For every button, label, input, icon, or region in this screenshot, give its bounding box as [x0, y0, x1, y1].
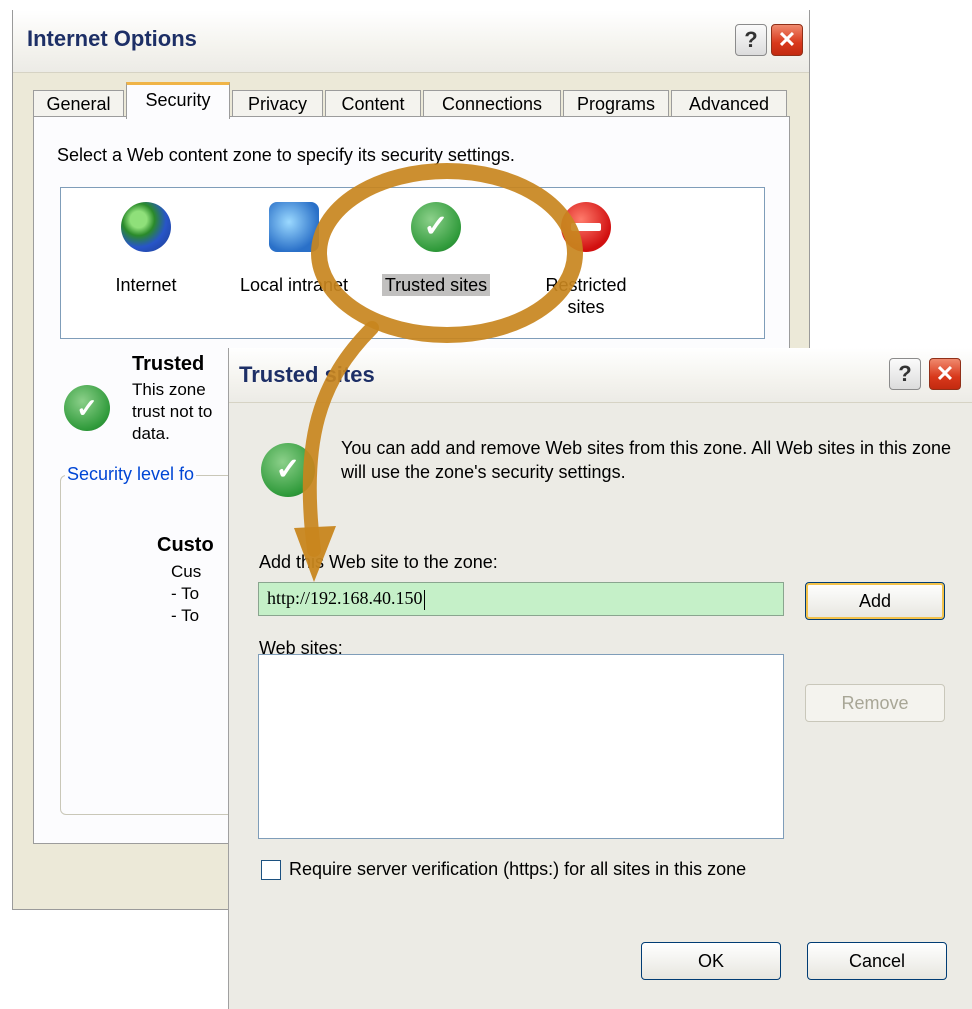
restricted-icon: [561, 202, 611, 252]
zone-internet[interactable]: Internet: [81, 202, 211, 296]
require-https-checkbox[interactable]: [261, 860, 281, 880]
globe-icon: [121, 202, 171, 252]
tab-privacy[interactable]: Privacy: [232, 90, 323, 118]
custom-level-line: Cus: [171, 562, 202, 581]
zone-instruction: Select a Web content zone to specify its…: [57, 145, 515, 165]
custom-level-line: - To: [171, 584, 200, 603]
close-button[interactable]: ✕: [929, 358, 961, 390]
help-button[interactable]: ?: [889, 358, 921, 390]
trusted-sites-dialog: Trusted sites ? ✕ ✓ You can add and remo…: [228, 348, 972, 1009]
zone-label: Internet: [115, 275, 177, 295]
custom-level-title: Custo: [157, 534, 214, 556]
tab-general[interactable]: General: [33, 90, 124, 118]
tab-programs[interactable]: Programs: [563, 90, 669, 118]
zone-description-text: This zone trust not to data.: [132, 380, 213, 443]
remove-button[interactable]: Remove: [805, 684, 945, 722]
add-site-label: Add this Web site to the zone:: [259, 552, 498, 572]
zone-label: Trusted sites: [381, 274, 491, 296]
trusted-sites-titlebar[interactable]: Trusted sites ? ✕: [229, 348, 972, 403]
trusted-check-icon: ✓: [411, 202, 461, 252]
trusted-sites-title: Trusted sites: [239, 362, 375, 387]
trusted-sites-info: You can add and remove Web sites from th…: [341, 438, 951, 482]
ok-button[interactable]: OK: [641, 942, 781, 980]
close-button[interactable]: ✕: [771, 24, 803, 56]
zone-label: Restricted sites: [545, 275, 627, 317]
tab-connections[interactable]: Connections: [423, 90, 561, 118]
website-url-input[interactable]: http://192.168.40.150: [258, 582, 784, 616]
security-level-label: Security level fo: [65, 464, 197, 485]
zone-restricted-sites[interactable]: Restricted sites: [531, 202, 641, 318]
custom-level-line: - To: [171, 606, 200, 625]
internet-options-titlebar[interactable]: Internet Options ? ✕: [13, 10, 809, 73]
zone-list: Internet Local intranet ✓ Trusted sites …: [60, 187, 765, 339]
trusted-check-icon: ✓: [261, 443, 315, 497]
tab-content[interactable]: Content: [325, 90, 421, 118]
trusted-check-icon: ✓: [64, 385, 110, 431]
local-intranet-icon: [269, 202, 319, 252]
internet-options-title: Internet Options: [27, 26, 197, 51]
add-button[interactable]: Add: [805, 582, 945, 620]
tab-security[interactable]: Security: [126, 82, 230, 119]
require-https-label: Require server verification (https:) for…: [289, 859, 747, 879]
zone-trusted-sites[interactable]: ✓ Trusted sites: [371, 202, 501, 296]
zone-local-intranet[interactable]: Local intranet: [219, 202, 369, 296]
help-button[interactable]: ?: [735, 24, 767, 56]
zone-label: Local intranet: [239, 275, 349, 295]
tab-advanced[interactable]: Advanced: [671, 90, 787, 118]
cancel-button[interactable]: Cancel: [807, 942, 947, 980]
websites-list[interactable]: [258, 654, 784, 839]
zone-description-title: Trusted: [132, 353, 205, 375]
